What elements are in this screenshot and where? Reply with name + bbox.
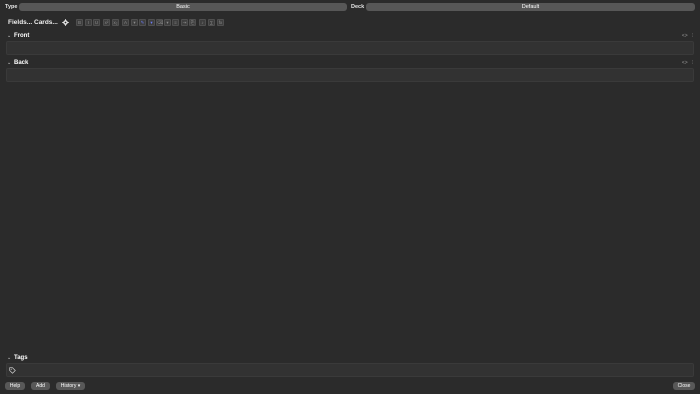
help-button[interactable]: Help: [5, 382, 25, 390]
format-button[interactable]: fx: [217, 19, 224, 26]
editor-toolbar: Fields... Cards... B I Ux² x₂ A ▾ ✎ ▾ ⌫ ▾ ≡ ⇥ ⎘ ♪ ∑ fx: [0, 17, 700, 28]
list-button[interactable]: ≡: [172, 19, 179, 26]
note-type-deck-bar: Type Basic Deck Default: [0, 3, 700, 12]
type-label: Type: [5, 4, 18, 10]
deck-label: Deck: [351, 4, 365, 10]
italic-button[interactable]: I: [85, 19, 92, 26]
tag-icon: [9, 367, 16, 374]
html-editor-icon[interactable]: <>: [682, 60, 688, 66]
tags-header: ⌄ Tags: [0, 354, 700, 363]
underline-button[interactable]: U: [93, 19, 100, 26]
cards-button[interactable]: Cards...: [34, 17, 58, 28]
close-button[interactable]: Close: [673, 382, 695, 390]
indent-button[interactable]: ⇥: [181, 19, 188, 26]
field-header-back: ⌄ Back <> ⫶: [0, 59, 700, 68]
fields-button[interactable]: Fields...: [8, 17, 32, 28]
pin-icon[interactable]: ⫶: [692, 60, 693, 66]
math-button[interactable]: ∑: [208, 19, 215, 26]
field-input-back[interactable]: [6, 68, 694, 82]
deck-button[interactable]: Default: [366, 3, 695, 11]
pin-icon[interactable]: ⫶: [692, 33, 693, 39]
superscript-button[interactable]: x²: [103, 19, 110, 26]
attach-button[interactable]: ⎘: [189, 19, 196, 26]
field-actions: <> ⫶: [678, 32, 693, 41]
bold-button[interactable]: B: [76, 19, 83, 26]
text-color-dropdown-button[interactable]: ▾: [131, 19, 138, 26]
add-button[interactable]: Add: [31, 382, 50, 390]
field-name-back: Back: [14, 60, 29, 66]
chevron-down-icon[interactable]: ⌄: [7, 354, 11, 363]
subscript-button[interactable]: x₂: [112, 19, 119, 26]
highlight-dropdown-button[interactable]: ▾: [148, 19, 155, 26]
field-input-front[interactable]: [6, 41, 694, 55]
field-name-front: Front: [14, 33, 30, 39]
highlight-button[interactable]: ✎: [139, 19, 146, 26]
eraser-button[interactable]: ⌫: [156, 19, 163, 26]
gear-icon[interactable]: [62, 19, 69, 26]
chevron-down-icon[interactable]: ⌄: [7, 59, 11, 68]
note-type-button[interactable]: Basic: [19, 3, 347, 11]
html-editor-icon[interactable]: <>: [682, 33, 688, 39]
chevron-down-icon[interactable]: ⌄: [7, 32, 11, 41]
tags-label: Tags: [14, 355, 28, 361]
field-actions: <> ⫶: [678, 59, 693, 68]
sound-button[interactable]: ♪: [199, 19, 206, 26]
more-button[interactable]: ▾: [164, 19, 171, 26]
history-button[interactable]: History ▾: [56, 382, 85, 390]
field-header-front: ⌄ Front <> ⫶: [0, 32, 700, 41]
text-color-button[interactable]: A: [122, 19, 129, 26]
tags-input[interactable]: [6, 363, 694, 377]
